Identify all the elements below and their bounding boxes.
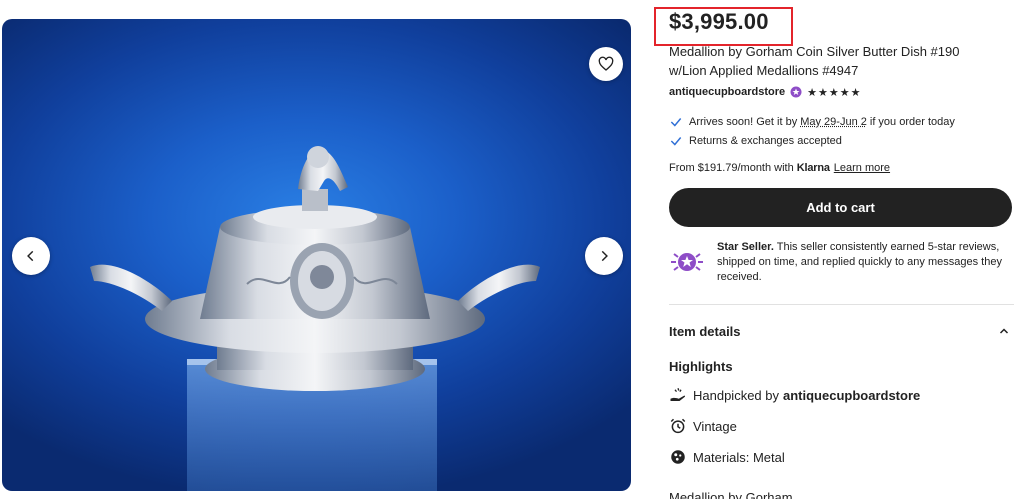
seller-link[interactable]: antiquecupboardstore	[669, 86, 785, 98]
seller-row: antiquecupboardstore ★★★★★	[669, 85, 861, 99]
highlight-materials: Materials: Metal	[669, 447, 785, 467]
divider	[669, 304, 1014, 305]
highlight-handpicked: Handpicked by antiquecupboardstore	[669, 385, 920, 405]
product-image-gallery[interactable]	[2, 19, 631, 491]
materials-icon	[669, 448, 687, 466]
item-details-label: Item details	[669, 324, 741, 339]
delivery-row: Arrives soon! Get it by May 29-Jun 2 if …	[669, 114, 955, 130]
description-preview: Medallion by Gorham	[669, 490, 793, 499]
star-seller-icon	[669, 249, 705, 275]
returns-row: Returns & exchanges accepted	[669, 133, 842, 149]
klarna-logo: Klarna	[797, 162, 830, 174]
next-image-button[interactable]	[585, 237, 623, 275]
favorite-button[interactable]	[589, 47, 623, 81]
learn-more-link[interactable]: Learn more	[834, 162, 890, 174]
materials-text: Materials: Metal	[693, 450, 785, 465]
handpicked-hand-icon	[669, 386, 687, 404]
check-icon	[669, 115, 683, 129]
listing-title: Medallion by Gorham Coin Silver Butter D…	[669, 42, 999, 80]
price: $3,995.00	[669, 9, 769, 35]
star-seller-badge-icon	[790, 86, 802, 98]
delivery-dates-link[interactable]: May 29-Jun 2	[800, 116, 867, 128]
klarna-prefix: From $191.79/month with	[669, 162, 794, 174]
handpicked-seller-link[interactable]: antiquecupboardstore	[783, 388, 920, 403]
klarna-row: From $191.79/month with Klarna Learn mor…	[669, 162, 890, 174]
alarm-clock-icon	[669, 417, 687, 435]
previous-image-button[interactable]	[12, 237, 50, 275]
heart-icon	[598, 56, 614, 72]
star-seller-text: Star Seller. This seller consistently ea…	[717, 240, 1014, 285]
highlight-vintage: Vintage	[669, 416, 737, 436]
handpicked-prefix: Handpicked by	[693, 388, 779, 403]
add-to-cart-button[interactable]: Add to cart	[669, 188, 1012, 227]
item-details-toggle[interactable]: Item details	[669, 322, 1014, 340]
chevron-left-icon	[24, 249, 38, 263]
chevron-up-icon	[998, 325, 1010, 337]
vintage-text: Vintage	[693, 419, 737, 434]
star-seller-info: Star Seller. This seller consistently ea…	[669, 240, 1014, 285]
rating-stars[interactable]: ★★★★★	[807, 86, 861, 99]
check-icon	[669, 134, 683, 148]
delivery-suffix: if you order today	[870, 116, 955, 128]
highlights-heading: Highlights	[669, 359, 733, 374]
returns-text: Returns & exchanges accepted	[689, 135, 842, 147]
chevron-right-icon	[597, 249, 611, 263]
star-seller-title: Star Seller.	[717, 241, 774, 253]
delivery-prefix: Arrives soon! Get it by	[689, 116, 797, 128]
listing-panel: $3,995.00 Medallion by Gorham Coin Silve…	[669, 0, 1014, 499]
product-photo	[2, 19, 631, 491]
